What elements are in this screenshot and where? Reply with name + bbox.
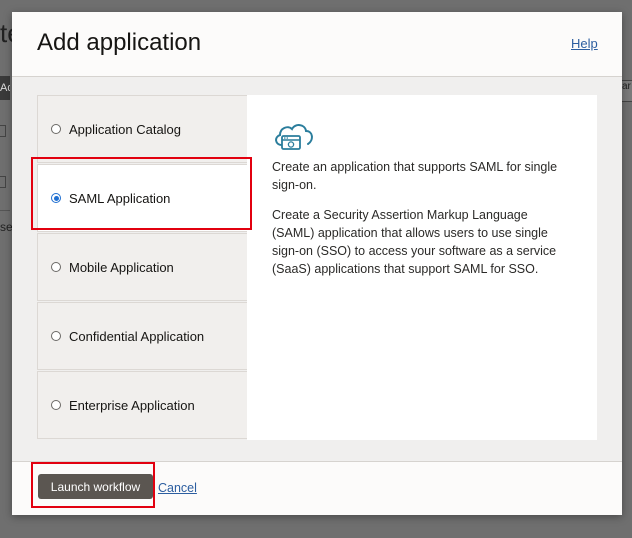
launch-workflow-button[interactable]: Launch workflow [38,474,153,499]
radio-button[interactable] [51,331,61,341]
help-link[interactable]: Help [571,36,598,51]
option-label: Application Catalog [69,121,182,137]
option-label: SAML Application [69,190,171,206]
radio-button[interactable] [51,400,61,410]
background-add-button: Ad [0,76,10,100]
option-label: Confidential Application [69,328,205,344]
radio-button[interactable] [51,124,61,134]
dialog-footer: Launch workflow Cancel [12,461,622,515]
radio-button[interactable] [51,262,61,272]
cancel-link[interactable]: Cancel [158,481,197,495]
background-side-control: ar [621,80,632,102]
option-mobile-application[interactable]: Mobile Application [37,233,247,301]
background-divider [0,210,10,211]
background-checkbox [0,176,6,188]
description-details: Create a Security Assertion Markup Langu… [272,208,557,276]
option-enterprise-application[interactable]: Enterprise Application [37,371,247,439]
description-text: Create an application that supports SAML… [272,158,572,290]
option-label: Enterprise Application [69,397,195,413]
option-application-catalog[interactable]: Application Catalog [37,95,247,163]
option-label: Mobile Application [69,259,174,275]
background-checkbox [0,125,6,137]
cloud-app-icon [275,124,313,150]
radio-button-selected[interactable] [51,193,61,203]
application-description-panel: Create an application that supports SAML… [247,95,597,440]
description-summary: Create an application that supports SAML… [272,160,558,192]
dialog-title: Add application [37,29,202,56]
add-application-dialog: Add application Help Application Catalog… [12,12,622,515]
option-saml-application[interactable]: SAML Application [37,164,247,232]
dialog-body: Application Catalog SAML Application Mob… [12,76,622,462]
background-text: se [0,220,13,234]
application-type-list: Application Catalog SAML Application Mob… [37,95,247,440]
dialog-header: Add application Help [12,12,622,76]
option-confidential-application[interactable]: Confidential Application [37,302,247,370]
